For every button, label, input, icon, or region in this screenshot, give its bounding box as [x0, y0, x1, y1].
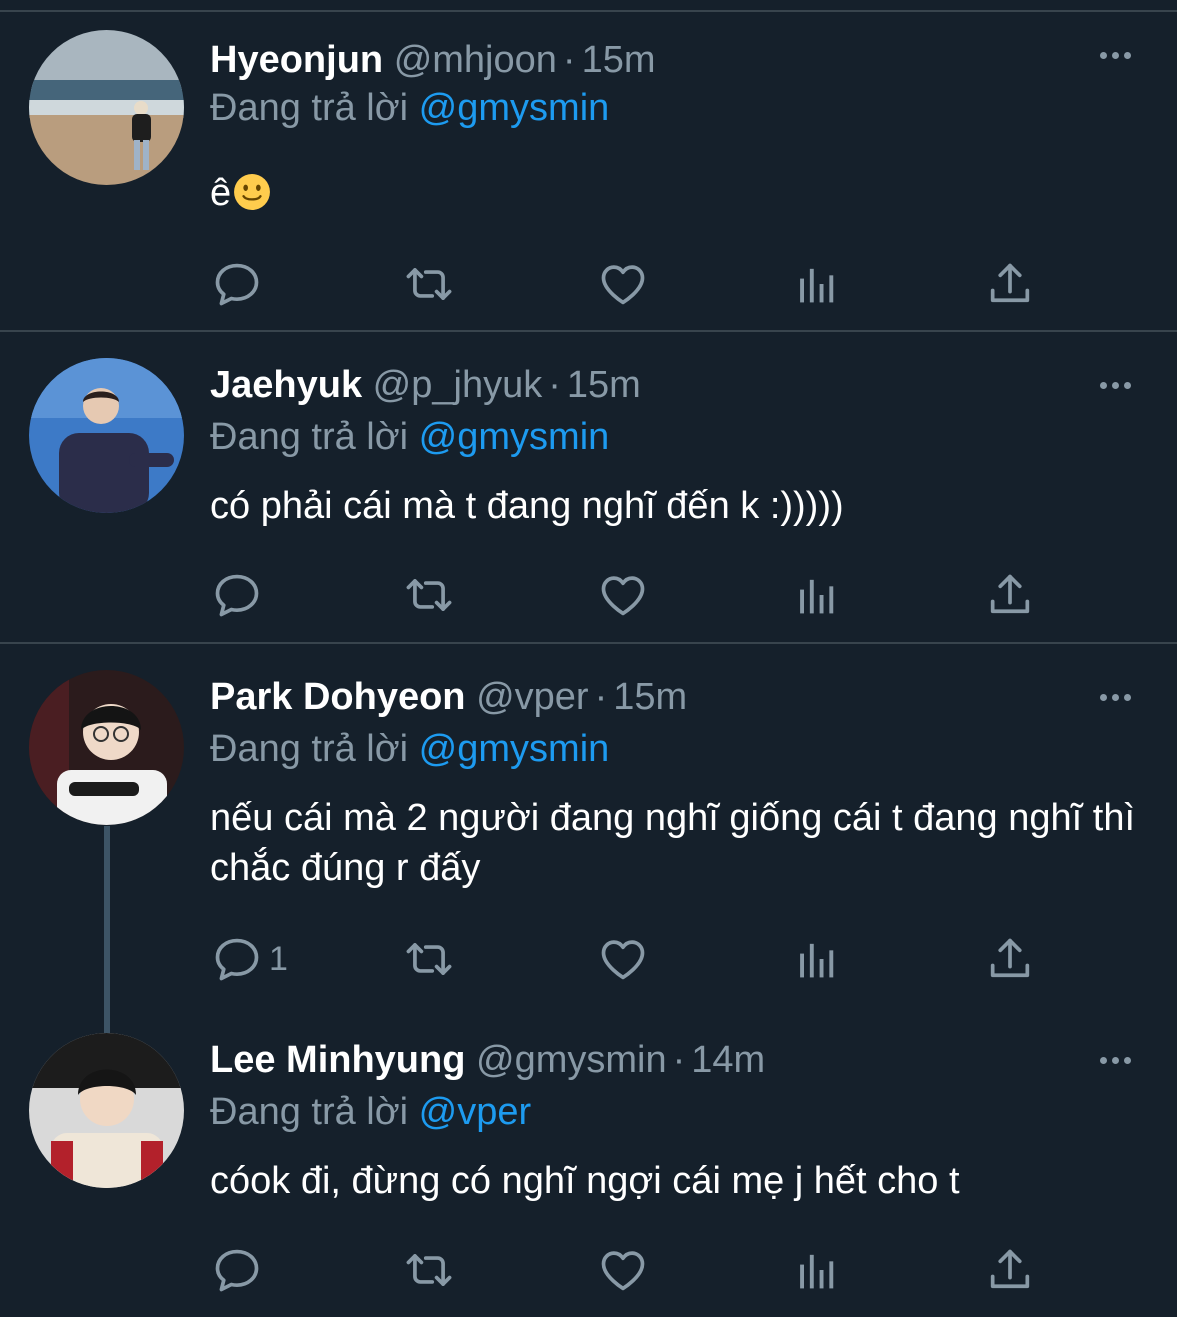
- display-name[interactable]: Lee Minhyung: [210, 1039, 465, 1081]
- avatar[interactable]: [29, 358, 184, 513]
- reply-count: 1: [269, 939, 288, 978]
- reply-icon: [211, 258, 263, 310]
- tweet-divider: [0, 330, 1177, 332]
- separator-dot: ·: [594, 676, 608, 718]
- mention-link[interactable]: @gmysmin: [419, 728, 610, 770]
- analytics-button[interactable]: [791, 929, 843, 989]
- analytics-icon: [791, 569, 843, 621]
- retweet-button[interactable]: [403, 929, 455, 989]
- replying-to: Đang trả lời @vper: [210, 1084, 531, 1140]
- retweet-icon: [403, 258, 455, 310]
- tweet-divider: [0, 642, 1177, 644]
- separator-dot: ·: [672, 1039, 686, 1081]
- tweet-header: Park Dohyeon @vper · 15m: [210, 667, 687, 727]
- user-handle[interactable]: @vper: [476, 676, 589, 718]
- reply-icon: [211, 1244, 263, 1296]
- avatar[interactable]: [29, 1033, 184, 1188]
- avatar[interactable]: [29, 30, 184, 185]
- reply-icon: [211, 933, 263, 985]
- slightly-smiling-face-icon: [234, 174, 271, 210]
- reply-button[interactable]: [211, 565, 269, 625]
- user-handle[interactable]: @p_jhyuk: [373, 364, 543, 406]
- like-button[interactable]: [597, 254, 649, 314]
- analytics-button[interactable]: [791, 1240, 843, 1300]
- share-icon: [984, 1244, 1036, 1296]
- tweet-text: có phải cái mà t đang nghĩ đến k :))))): [210, 485, 844, 527]
- replying-to: Đang trả lời @gmysmin: [210, 80, 609, 136]
- user-handle[interactable]: @gmysmin: [476, 1039, 667, 1081]
- tweet-text-content: ê: [210, 172, 232, 214]
- action-bar: [0, 1240, 1177, 1300]
- like-icon: [597, 569, 649, 621]
- analytics-button[interactable]: [791, 254, 843, 314]
- timestamp[interactable]: 14m: [691, 1039, 765, 1081]
- like-icon: [597, 1244, 649, 1296]
- share-button[interactable]: [984, 254, 1036, 314]
- retweet-button[interactable]: [403, 1240, 455, 1300]
- more-icon[interactable]: [1090, 1045, 1140, 1075]
- display-name[interactable]: Park Dohyeon: [210, 676, 466, 718]
- action-bar: [0, 565, 1177, 625]
- like-icon: [597, 933, 649, 985]
- mention-link[interactable]: @gmysmin: [419, 87, 610, 129]
- separator-dot: ·: [562, 39, 576, 81]
- analytics-icon: [791, 1244, 843, 1296]
- reply-icon: [211, 569, 263, 621]
- timestamp[interactable]: 15m: [582, 39, 656, 81]
- share-button[interactable]: [984, 929, 1036, 989]
- share-button[interactable]: [984, 1240, 1036, 1300]
- mention-link[interactable]: @gmysmin: [419, 416, 610, 458]
- display-name[interactable]: Hyeonjun: [210, 39, 383, 81]
- like-icon: [597, 258, 649, 310]
- more-icon[interactable]: [1090, 682, 1140, 712]
- reply-thread: Hyeonjun @mhjoon · 15m Đang trả lời @gmysm…: [0, 0, 1177, 1317]
- separator-dot: ·: [548, 364, 561, 406]
- retweet-icon: [403, 1244, 455, 1296]
- tweet-text: nếu cái mà 2 người đang nghĩ giống cái t…: [210, 797, 1136, 889]
- avatar[interactable]: [29, 670, 184, 825]
- reply-button[interactable]: [211, 254, 269, 314]
- top-divider: [0, 0, 1177, 12]
- timestamp[interactable]: 15m: [567, 364, 641, 406]
- more-icon[interactable]: [1090, 40, 1140, 70]
- more-icon[interactable]: [1090, 370, 1140, 400]
- like-button[interactable]: [597, 929, 649, 989]
- retweet-icon: [403, 569, 455, 621]
- retweet-icon: [403, 933, 455, 985]
- reply-button[interactable]: 1: [211, 929, 288, 989]
- action-bar: 1: [0, 929, 1177, 989]
- replying-to: Đang trả lời @gmysmin: [210, 409, 609, 465]
- tweet-header: Lee Minhyung @gmysmin · 14m: [210, 1030, 765, 1090]
- share-icon: [984, 258, 1036, 310]
- reply-button[interactable]: [211, 1240, 269, 1300]
- tweet-text: ê: [210, 168, 1140, 218]
- action-bar: [0, 254, 1177, 314]
- reply-prefix: Đang trả lời: [210, 1091, 409, 1133]
- reply-prefix: Đang trả lời: [210, 87, 409, 129]
- share-icon: [984, 569, 1036, 621]
- retweet-button[interactable]: [403, 254, 455, 314]
- tweet-text: cóok đi, đừng có nghĩ ngợi cái mẹ j hết …: [210, 1160, 960, 1202]
- reply-prefix: Đang trả lời: [210, 416, 409, 458]
- share-icon: [984, 933, 1036, 985]
- replying-to: Đang trả lời @gmysmin: [210, 721, 609, 777]
- display-name[interactable]: Jaehyuk: [210, 364, 362, 406]
- analytics-icon: [791, 258, 843, 310]
- tweet-header: Jaehyuk @p_jhyuk · 15m: [210, 355, 641, 415]
- analytics-button[interactable]: [791, 565, 843, 625]
- reply-prefix: Đang trả lời: [210, 728, 409, 770]
- like-button[interactable]: [597, 1240, 649, 1300]
- share-button[interactable]: [984, 565, 1036, 625]
- timestamp[interactable]: 15m: [613, 676, 687, 718]
- retweet-button[interactable]: [403, 565, 455, 625]
- mention-link[interactable]: @vper: [419, 1091, 532, 1133]
- user-handle[interactable]: @mhjoon: [394, 39, 557, 81]
- like-button[interactable]: [597, 565, 649, 625]
- analytics-icon: [791, 933, 843, 985]
